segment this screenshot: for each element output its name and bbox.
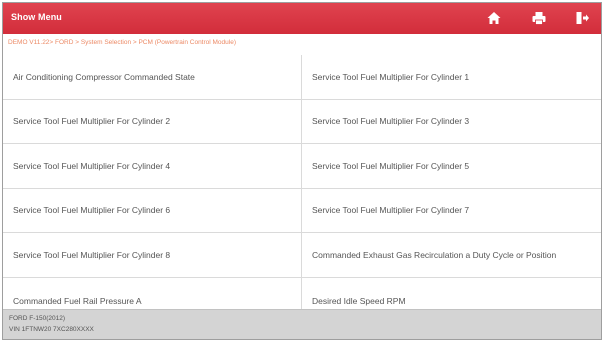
column-divider [301,144,302,188]
column-divider [301,99,302,143]
menu-item[interactable]: Service Tool Fuel Multiplier For Cylinde… [3,100,301,144]
vehicle-info-footer: FORD F-150(2012) VIN 1FTNW20 7XC280XXXX [3,309,601,339]
column-divider [301,233,302,277]
title-bar: Show Menu [3,3,601,34]
exit-icon[interactable] [574,10,590,26]
breadcrumb: DEMO V11.22> FORD > System Selection > P… [8,39,237,46]
menu-item[interactable]: Service Tool Fuel Multiplier For Cylinde… [301,189,601,233]
vehicle-vin: VIN 1FTNW20 7XC280XXXX [9,326,94,333]
menu-item[interactable]: Service Tool Fuel Multiplier For Cylinde… [3,189,301,233]
menu-item[interactable]: Service Tool Fuel Multiplier For Cylinde… [3,144,301,188]
window-title: Show Menu [11,12,62,22]
menu-row: Service Tool Fuel Multiplier For Cylinde… [3,233,601,278]
vehicle-model: FORD F-150(2012) [9,315,65,322]
menu-grid: Air Conditioning Compressor Commanded St… [3,55,601,324]
menu-item[interactable]: Commanded Exhaust Gas Recirculation a Du… [301,233,601,277]
menu-row: Air Conditioning Compressor Commanded St… [3,55,601,100]
print-icon[interactable] [531,10,547,26]
home-icon[interactable] [486,10,502,26]
menu-item[interactable]: Service Tool Fuel Multiplier For Cylinde… [3,233,301,277]
menu-row: Service Tool Fuel Multiplier For Cylinde… [3,188,601,233]
app-window: Show Menu DEMO V11.22> FORD > System Sel… [2,2,602,340]
menu-item[interactable]: Air Conditioning Compressor Commanded St… [3,55,301,99]
menu-item[interactable]: Service Tool Fuel Multiplier For Cylinde… [301,100,601,144]
menu-row: Service Tool Fuel Multiplier For Cylinde… [3,144,601,189]
column-divider [301,55,302,99]
menu-item[interactable]: Service Tool Fuel Multiplier For Cylinde… [301,144,601,188]
column-divider [301,188,302,232]
menu-row: Service Tool Fuel Multiplier For Cylinde… [3,99,601,144]
menu-item[interactable]: Service Tool Fuel Multiplier For Cylinde… [301,55,601,99]
